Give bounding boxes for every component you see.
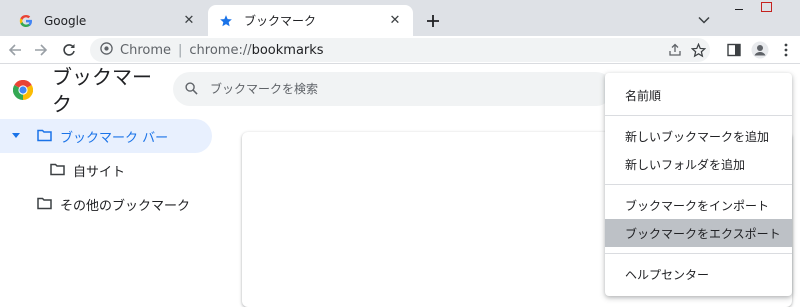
- tab-strip: Google ✕ ブックマーク ✕: [0, 0, 800, 36]
- close-window-icon[interactable]: [780, 0, 800, 14]
- profile-avatar-icon[interactable]: [748, 38, 772, 62]
- expand-arrow-icon[interactable]: [11, 133, 21, 139]
- tab-search-chevron-icon[interactable]: [692, 8, 716, 32]
- menu-item-add-bookmark[interactable]: 新しいブックマークを追加: [605, 122, 792, 150]
- sidebar-item-my-sites[interactable]: 自サイト: [0, 153, 215, 187]
- menu-divider: [605, 115, 792, 116]
- folder-icon: [37, 197, 53, 211]
- tab-close-icon[interactable]: ✕: [181, 13, 197, 29]
- search-input[interactable]: [210, 82, 590, 96]
- menu-item-import-bookmarks[interactable]: ブックマークをインポート: [605, 191, 792, 219]
- more-menu-icon[interactable]: [774, 38, 798, 62]
- forward-arrow-icon[interactable]: [29, 38, 53, 62]
- menu-item-sort-by-name[interactable]: 名前順: [605, 81, 792, 109]
- page-title: ブックマーク: [52, 65, 152, 116]
- share-icon[interactable]: [663, 38, 687, 62]
- star-icon: [218, 13, 234, 29]
- chrome-page-icon: [100, 41, 113, 59]
- menu-item-add-folder[interactable]: 新しいフォルダを追加: [605, 150, 792, 178]
- organize-menu: 名前順 新しいブックマークを追加 新しいフォルダを追加 ブックマークをインポート…: [605, 73, 792, 296]
- tab-title: Google: [44, 13, 87, 28]
- bookmark-search-box[interactable]: [173, 72, 613, 106]
- url-scheme: chrome://: [189, 42, 252, 58]
- omnibox-chip-label: Chrome: [120, 42, 171, 58]
- chrome-logo-icon: [12, 79, 34, 101]
- sidebar-item-label: その他のブックマーク: [60, 198, 191, 214]
- tab-google[interactable]: Google ✕: [8, 5, 207, 36]
- bookmark-star-icon[interactable]: [686, 38, 710, 62]
- sidebar-item-other-bookmarks[interactable]: その他のブックマーク: [0, 187, 215, 221]
- browser-toolbar: Chrome | chrome:// bookmarks: [0, 36, 800, 64]
- maximize-window-icon[interactable]: [757, 0, 775, 14]
- sidebar-item-label: 自サイト: [73, 164, 126, 180]
- tab-close-icon[interactable]: ✕: [387, 13, 403, 29]
- menu-item-export-bookmarks[interactable]: ブックマークをエクスポート: [605, 219, 792, 247]
- tab-title: ブックマーク: [244, 14, 317, 28]
- menu-divider: [605, 184, 792, 185]
- menu-item-help-center[interactable]: ヘルプセンター: [605, 260, 792, 288]
- back-arrow-icon[interactable]: [3, 38, 27, 62]
- folder-icon: [37, 129, 53, 143]
- side-panel-icon[interactable]: [722, 38, 746, 62]
- search-icon: [185, 80, 198, 99]
- folder-tree: ブックマーク バー 自サイト その他のブックマーク: [0, 119, 215, 221]
- google-g-icon: [18, 13, 34, 29]
- url-host: bookmarks: [251, 42, 324, 58]
- menu-divider: [605, 253, 792, 254]
- tab-bookmarks[interactable]: ブックマーク ✕: [208, 5, 413, 36]
- folder-icon: [50, 163, 66, 177]
- minimize-window-icon[interactable]: [730, 0, 748, 14]
- reload-icon[interactable]: [57, 38, 81, 62]
- omnibox-separator: |: [178, 42, 183, 58]
- omnibox[interactable]: Chrome | chrome:// bookmarks: [90, 38, 710, 62]
- sidebar-item-label: ブックマーク バー: [60, 130, 169, 146]
- sidebar-item-bookmarks-bar[interactable]: ブックマーク バー: [0, 119, 212, 153]
- new-tab-button[interactable]: [421, 9, 445, 33]
